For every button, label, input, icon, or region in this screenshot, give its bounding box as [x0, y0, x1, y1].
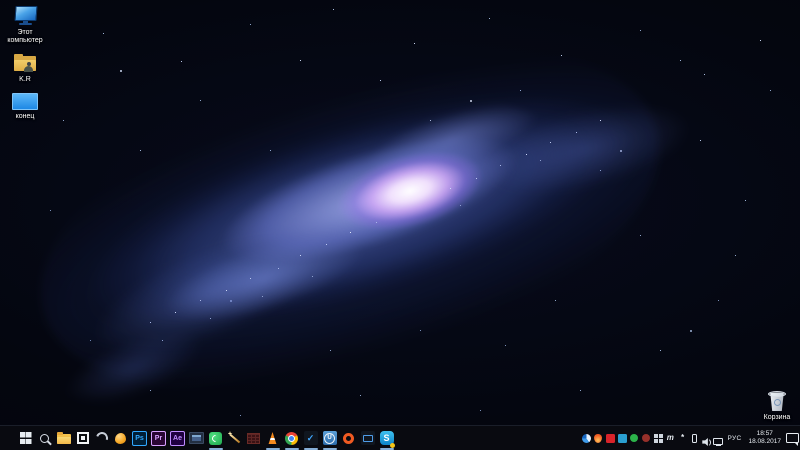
desktop-icon-label: Корзина — [764, 414, 791, 422]
galaxy-tail-southwest — [21, 199, 350, 437]
action-center-button[interactable] — [784, 426, 800, 450]
photoshop-button[interactable]: Ps — [130, 426, 149, 450]
file-explorer-icon — [57, 434, 71, 444]
tray-teal-app[interactable] — [617, 429, 628, 447]
brick-app-button[interactable] — [244, 426, 263, 450]
galaxy-core — [328, 137, 492, 245]
desktop-icon-recycle-bin[interactable]: Корзина — [757, 391, 797, 422]
tray-darkred-app-icon — [642, 434, 650, 442]
vlc-button[interactable] — [263, 426, 282, 450]
vegas-app-button[interactable] — [92, 426, 111, 450]
taskbar-pinned-apps: Ps Pr Ae ✓ U S — [16, 426, 396, 450]
skype-button[interactable]: S — [377, 426, 396, 450]
ring-app-icon — [343, 433, 354, 444]
messenger-app-button[interactable] — [358, 426, 377, 450]
skype-button-glyph: S — [383, 434, 389, 443]
after-effects-button[interactable]: Ae — [168, 426, 187, 450]
blue-image-icon — [12, 93, 38, 110]
tray-phone-app[interactable] — [689, 429, 700, 447]
tray-mail-agent-icon: m — [667, 434, 674, 442]
galaxy-band — [102, 55, 599, 376]
premiere-button-glyph: Pr — [155, 435, 162, 442]
fl-studio-button[interactable] — [111, 426, 130, 450]
network[interactable] — [713, 429, 724, 447]
search-button[interactable] — [35, 426, 54, 450]
tray-settings-app[interactable]: * — [677, 429, 688, 447]
action-center-icon — [786, 433, 799, 443]
photoshop-button-glyph: Ps — [135, 435, 144, 442]
vlc-icon — [266, 432, 279, 444]
tray-grid-app[interactable] — [653, 429, 664, 447]
check-app-icon: ✓ — [304, 431, 318, 445]
desktop-icon-blue-file[interactable]: конец — [12, 93, 38, 121]
uplay-icon: U — [323, 431, 337, 445]
after-effects-icon: Ae — [170, 431, 185, 446]
volume[interactable] — [701, 429, 712, 447]
tray-grid-app-icon — [654, 434, 663, 443]
galaxy-star-specks — [0, 0, 1, 1]
desktop-wallpaper — [0, 0, 800, 450]
chrome-icon — [283, 429, 301, 447]
tray-mail-agent[interactable]: m — [665, 429, 676, 447]
clock-time: 18:57 — [748, 430, 781, 438]
system-tray: m* — [581, 429, 724, 447]
volume-icon — [701, 433, 711, 443]
capture-app-button[interactable] — [73, 426, 92, 450]
desktop-icon-label: K.R — [19, 76, 31, 84]
check-app-button[interactable]: ✓ — [301, 426, 320, 450]
tray-green-app[interactable] — [629, 429, 640, 447]
premiere-icon: Pr — [151, 431, 166, 446]
tray-red-app[interactable] — [605, 429, 616, 447]
tray-darkred-app[interactable] — [641, 429, 652, 447]
tray-swirl-app[interactable] — [581, 429, 592, 447]
uplay-button[interactable]: U — [320, 426, 339, 450]
search-icon — [40, 434, 49, 443]
tray-flame-app-icon — [594, 434, 602, 443]
video-editor-icon — [189, 432, 204, 444]
network-icon — [713, 433, 723, 443]
tray-teal-app-icon — [618, 434, 627, 443]
desktop-icon-label: Этот компьютер — [3, 29, 47, 45]
tray-flame-app[interactable] — [593, 429, 604, 447]
taskbar: PsPrAe✓US m* РУС 18:57 18.08.2017 — [0, 425, 800, 450]
premiere-button[interactable]: Pr — [149, 426, 168, 450]
vegas-app-icon — [94, 430, 110, 446]
uplay-button-glyph: U — [324, 433, 335, 444]
this-pc-icon — [12, 5, 38, 26]
fl-studio-icon — [115, 433, 126, 444]
file-explorer-button[interactable] — [54, 426, 73, 450]
messenger-app-icon — [361, 431, 375, 445]
tray-phone-app-icon — [692, 434, 697, 443]
tray-settings-app-icon: * — [681, 434, 684, 442]
whatsapp-button[interactable] — [206, 426, 225, 450]
desktop-icon-label: конец — [16, 113, 35, 121]
video-editor-button[interactable] — [187, 426, 206, 450]
galaxy-tail-northeast — [468, 60, 722, 222]
brick-app-icon — [247, 433, 260, 444]
galaxy-outer-glow — [0, 0, 700, 450]
desktop-icon-column: Этот компьютер K.R конец — [2, 5, 48, 121]
tray-swirl-app-icon — [582, 434, 591, 443]
clock-date: 18.08.2017 — [748, 438, 781, 446]
start-icon — [20, 432, 32, 444]
check-app-button-glyph: ✓ — [307, 434, 315, 443]
desktop-icon-user-folder[interactable]: K.R — [13, 54, 37, 84]
taskbar-right-section: m* РУС 18:57 18.08.2017 — [581, 426, 800, 450]
desktop-icon-this-pc[interactable]: Этот компьютер — [3, 5, 47, 45]
after-effects-button-glyph: Ae — [173, 435, 182, 442]
capture-app-icon — [77, 432, 89, 444]
chrome-button[interactable] — [282, 426, 301, 450]
wand-app-icon — [228, 431, 242, 445]
tray-green-app-icon — [630, 434, 638, 442]
ring-app-button[interactable] — [339, 426, 358, 450]
taskbar-clock[interactable]: 18:57 18.08.2017 — [745, 430, 784, 446]
whatsapp-icon — [209, 432, 222, 445]
recycle-bin-icon — [768, 391, 786, 411]
tray-red-app-icon — [606, 434, 615, 443]
start-button[interactable] — [16, 426, 35, 450]
photoshop-icon: Ps — [132, 431, 147, 446]
wand-app-button[interactable] — [225, 426, 244, 450]
user-folder-icon — [13, 54, 37, 73]
language-indicator[interactable]: РУС — [724, 435, 746, 442]
